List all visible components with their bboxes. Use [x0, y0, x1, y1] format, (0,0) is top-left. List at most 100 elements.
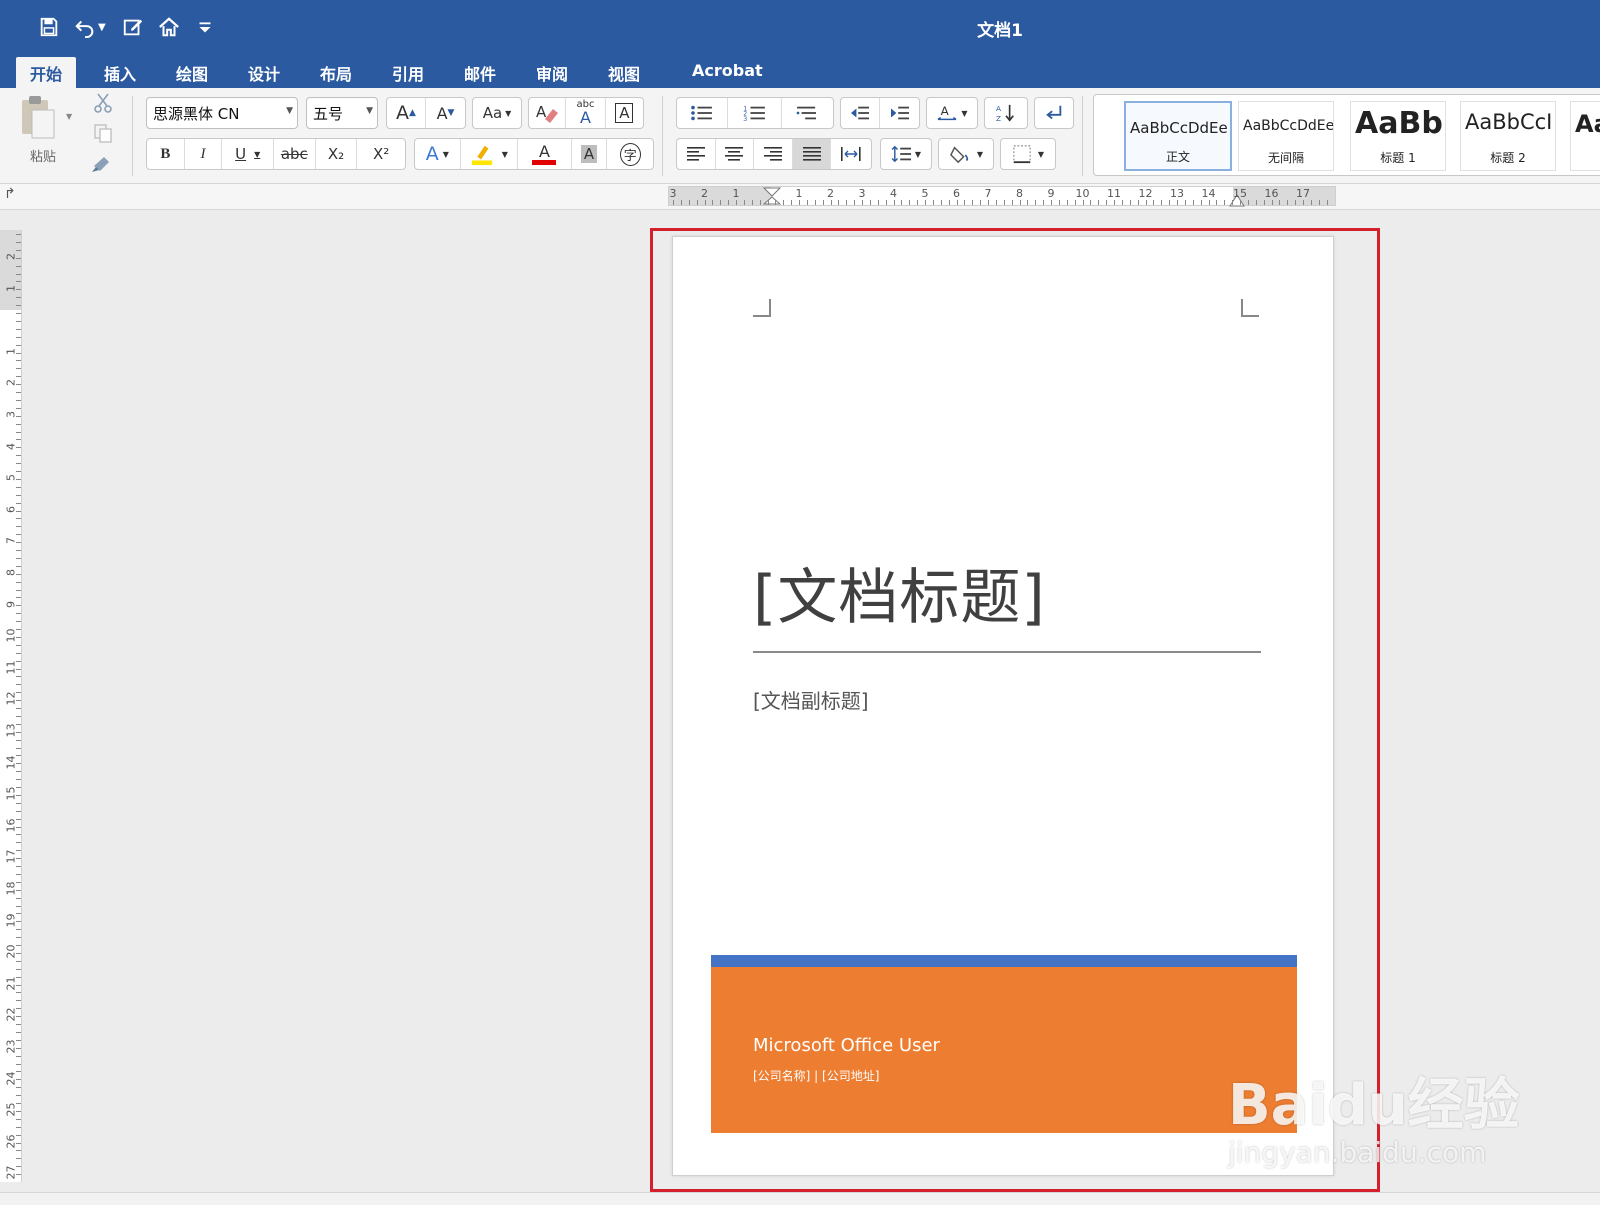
ruler-label: 3 [669, 187, 677, 200]
style-heading-1[interactable]: AaBb( 标题 1 [1350, 101, 1446, 171]
ruler-label: 10 [4, 628, 18, 643]
superscript-button[interactable]: X² [357, 139, 405, 169]
distributed-button[interactable] [831, 139, 871, 169]
ruler-tick [869, 200, 871, 205]
decrease-indent-button[interactable] [841, 98, 881, 128]
shrink-font-button[interactable]: A ▼ [426, 98, 465, 128]
tab-selector-icon[interactable]: ↱ [4, 186, 16, 202]
ruler-tick [16, 1016, 21, 1018]
paste-button[interactable] [18, 94, 62, 140]
ruler-tick [16, 763, 21, 765]
multilevel-list-button[interactable] [782, 98, 833, 128]
ruler-tick [16, 1063, 21, 1065]
increase-indent-button[interactable] [880, 98, 919, 128]
title-rule [753, 651, 1261, 653]
document-subtitle-placeholder[interactable]: [文档副标题] [753, 685, 869, 714]
align-center-button[interactable] [716, 139, 755, 169]
copy-button[interactable] [92, 122, 114, 148]
tab-insert[interactable]: 插入 [90, 57, 150, 88]
highlight-color-button[interactable]: ▼ [461, 139, 519, 169]
font-color-button[interactable]: A [518, 139, 572, 169]
ruler-label: 24 [4, 1071, 18, 1086]
line-spacing-button[interactable]: ▼ [880, 138, 932, 170]
subscript-button[interactable]: X₂ [316, 139, 358, 169]
ruler-tick [1051, 200, 1052, 205]
tab-draw[interactable]: 绘图 [162, 57, 222, 88]
ruler-tick [16, 960, 21, 962]
text-direction-button[interactable]: A ▼ [926, 97, 978, 129]
tab-mailings[interactable]: 邮件 [450, 57, 510, 88]
align-left-button[interactable] [677, 139, 716, 169]
sort-icon: AZ [996, 104, 1014, 123]
tab-references[interactable]: 引用 [378, 57, 438, 88]
ruler-tick [16, 471, 21, 472]
strikethrough-button[interactable]: abc [274, 139, 316, 169]
tab-acrobat[interactable]: Acrobat [678, 57, 777, 88]
ruler-tick [822, 200, 824, 205]
italic-button[interactable]: I [185, 139, 223, 169]
style-normal[interactable]: AaBbCcDdEe 正文 [1124, 101, 1232, 171]
ruler-tick [16, 629, 21, 630]
ruler-tick [791, 200, 793, 205]
phonetic-guide-button[interactable]: abc A [566, 98, 606, 128]
svg-text:3: 3 [743, 116, 747, 122]
bold-button[interactable]: B [147, 139, 185, 169]
ruler-tick [16, 1071, 21, 1073]
ruler-tick [1043, 200, 1045, 205]
clear-formatting-button[interactable]: A [529, 98, 567, 128]
ruler-tick [16, 257, 21, 259]
change-case-button[interactable]: Aa ▼ [472, 97, 522, 129]
character-shading-button[interactable]: A [572, 139, 608, 169]
ruler-tick [16, 842, 21, 844]
ribbon: ▼ 粘贴 思源黑体 CN ▼ 五号 ▼ A ▲ A ▼ Aa ▼ A abc A A B… [0, 88, 1600, 184]
format-painter-button[interactable] [90, 152, 114, 178]
text-effects-button[interactable]: A ▼ [415, 139, 461, 169]
show-marks-button[interactable] [1034, 97, 1074, 129]
ruler-tick [16, 794, 21, 796]
tab-home[interactable]: 开始 [16, 57, 77, 88]
vertical-ruler[interactable]: 2 1 1 2 3 4 5 6 7 8 9 10 11 12 13 14 15 16 17 18 19 20 21 22 23 2… [0, 230, 22, 1182]
borders-button[interactable]: ▼ [1000, 138, 1056, 170]
numbering-button[interactable]: 123 [728, 98, 782, 128]
document-page[interactable]: [文档标题] [文档副标题] Microsoft Office User [公司… [672, 236, 1334, 1176]
ruler-tick [16, 526, 21, 528]
paste-dropdown-icon[interactable]: ▼ [66, 112, 72, 121]
grow-font-button[interactable]: A ▲ [387, 98, 427, 128]
justify-button[interactable] [792, 139, 832, 169]
align-right-button[interactable] [754, 139, 793, 169]
shading-button[interactable]: ▼ [938, 138, 994, 170]
tab-layout[interactable]: 布局 [306, 57, 366, 88]
ruler-label: 5 [4, 474, 18, 482]
sort-button[interactable]: AZ [984, 97, 1028, 129]
svg-text:A: A [536, 103, 547, 121]
tab-view[interactable]: 视图 [594, 57, 654, 88]
horizontal-ruler[interactable]: 3 2 1 1 2 3 4 5 6 7 8 9 10 11 12 13 14 15 16 17 [668, 186, 1336, 209]
font-style-group: B I U ▼ abc X₂ X² [146, 138, 406, 170]
character-border-button[interactable]: A [606, 98, 643, 128]
first-line-indent-marker-icon[interactable] [763, 187, 781, 209]
copy-icon [94, 124, 112, 143]
tab-design[interactable]: 设计 [234, 57, 294, 88]
ruler-tick [1279, 200, 1281, 205]
ruler-label: 3 [4, 411, 18, 418]
author-field[interactable]: Microsoft Office User [753, 1035, 940, 1056]
enclose-characters-button[interactable]: 字 [607, 139, 653, 169]
style-name: 标题 2 [1490, 151, 1526, 165]
font-size-dropdown[interactable]: 五号 ▼ [306, 97, 378, 129]
ruler-tick [988, 200, 989, 205]
font-size-value: 五号 [313, 105, 344, 123]
document-title-placeholder[interactable]: [文档标题] [753, 549, 1046, 636]
tab-review[interactable]: 审阅 [522, 57, 582, 88]
cut-button[interactable] [92, 92, 114, 118]
ruler-tick [1074, 200, 1076, 205]
style-no-spacing[interactable]: AaBbCcDdEe 无间隔 [1238, 101, 1334, 171]
styles-gallery: AaBbCcDdEe 正文 AaBbCcDdEe 无间隔 AaBb( 标题 1 … [1093, 94, 1600, 176]
company-address-field[interactable]: [公司名称] | [公司地址] [753, 1067, 879, 1084]
font-name-dropdown[interactable]: 思源黑体 CN ▼ [146, 97, 298, 129]
style-title[interactable]: Aa [1570, 101, 1600, 171]
bullets-button[interactable] [677, 98, 729, 128]
style-heading-2[interactable]: AaBbCcI 标题 2 [1460, 101, 1556, 171]
ruler-tick [16, 439, 21, 441]
ruler-tick [16, 1031, 21, 1033]
underline-button[interactable]: U ▼ [222, 139, 274, 169]
